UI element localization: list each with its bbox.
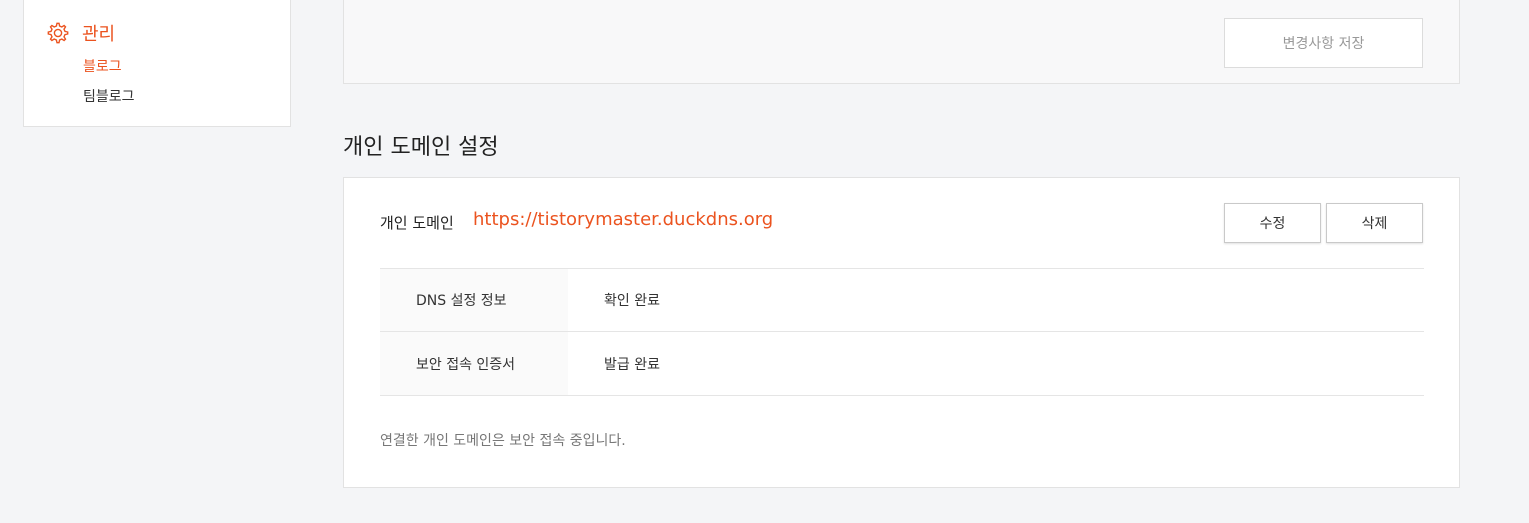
- sidebar-item-blog[interactable]: 블로그: [83, 56, 122, 76]
- edit-button[interactable]: 수정: [1224, 203, 1321, 243]
- save-changes-button[interactable]: 변경사항 저장: [1224, 18, 1423, 68]
- dns-info-value: 확인 완료: [604, 293, 660, 309]
- domain-label: 개인 도메인: [380, 214, 454, 232]
- ssl-cert-value: 발급 완료: [604, 356, 660, 373]
- dns-info-label: DNS 설정 정보: [380, 268, 568, 332]
- ssl-cert-label: 보안 접속 인증서: [380, 331, 568, 396]
- settings-panel-top: 변경사항 저장: [343, 0, 1460, 84]
- section-heading: 개인 도메인 설정: [343, 135, 499, 160]
- secure-connection-note: 연결한 개인 도메인은 보안 접속 중입니다.: [380, 433, 626, 449]
- domain-status-table: DNS 설정 정보 확인 완료 보안 접속 인증서 발급 완료: [380, 268, 1424, 396]
- delete-button[interactable]: 삭제: [1326, 203, 1423, 243]
- sidebar-section-title: 관리: [82, 24, 116, 45]
- sidebar-menu: 관리 블로그 팀블로그: [23, 0, 291, 127]
- custom-domain-panel: 개인 도메인 https://tistorymaster.duckdns.org…: [343, 177, 1460, 488]
- gear-icon: [46, 21, 70, 45]
- domain-url-link[interactable]: https://tistorymaster.duckdns.org: [473, 209, 773, 230]
- sidebar-item-team-blog[interactable]: 팀블로그: [83, 86, 135, 106]
- table-row: 보안 접속 인증서 발급 완료: [380, 331, 1424, 396]
- sidebar-section-manage[interactable]: 관리: [46, 20, 115, 46]
- table-row: DNS 설정 정보 확인 완료: [380, 268, 1424, 332]
